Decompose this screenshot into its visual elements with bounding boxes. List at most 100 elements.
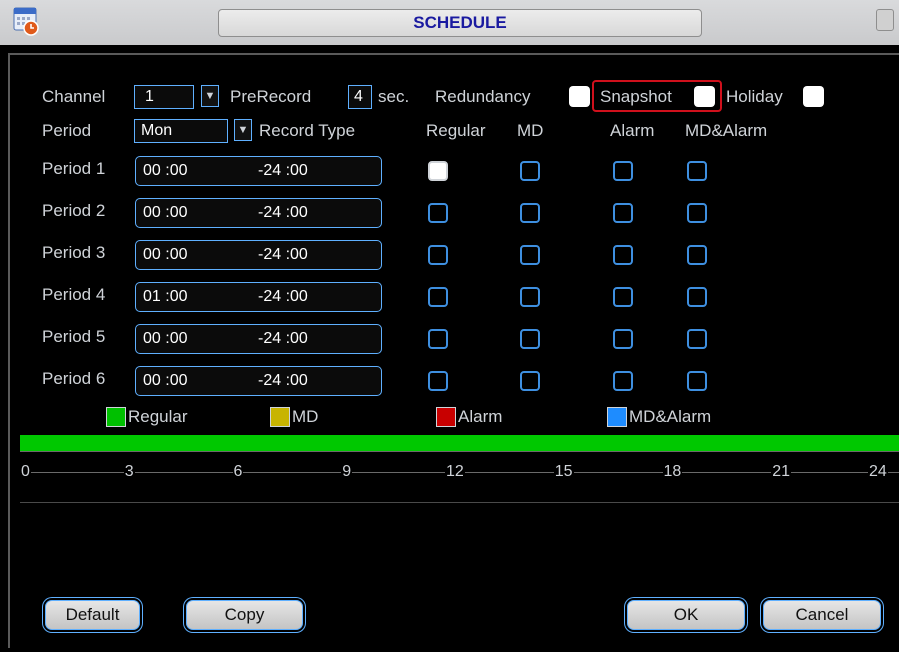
legend-label-alarm: Alarm: [458, 407, 503, 426]
day-value: Mon: [141, 122, 173, 139]
period-regular-checkbox[interactable]: [428, 245, 448, 265]
period-alarm-checkbox[interactable]: [613, 329, 633, 349]
redundancy-checkbox[interactable]: [569, 86, 590, 107]
period-row-label: Period 3: [42, 243, 106, 262]
close-button[interactable]: [876, 9, 894, 31]
period-end-time[interactable]: -24 :00: [258, 283, 308, 311]
holiday-checkbox[interactable]: [803, 86, 824, 107]
column-alarm: Alarm: [610, 121, 655, 140]
timeline-tick-label: 24: [868, 462, 888, 482]
period-regular-checkbox[interactable]: [428, 287, 448, 307]
period-regular-checkbox[interactable]: [428, 371, 448, 391]
period-md-checkbox[interactable]: [520, 287, 540, 307]
prerecord-value: 4: [354, 88, 363, 105]
period-end-time[interactable]: -24 :00: [258, 367, 308, 395]
column-md: MD: [517, 121, 544, 140]
period-alarm-checkbox[interactable]: [613, 203, 633, 223]
period-md-alarm-checkbox[interactable]: [687, 203, 707, 223]
timeline-tick-label: 6: [232, 462, 244, 482]
period-md-checkbox[interactable]: [520, 245, 540, 265]
period-time-range-input[interactable]: 00 :00 -24 :00: [135, 366, 382, 396]
period-alarm-checkbox[interactable]: [613, 371, 633, 391]
timeline-tick-label: 21: [771, 462, 792, 482]
period-start-time[interactable]: 00 :00: [143, 367, 187, 395]
schedule-content: Channel 1 ▼ PreRecord 4 sec. Redundancy …: [8, 53, 899, 648]
period-alarm-checkbox[interactable]: [613, 245, 633, 265]
period-md-checkbox[interactable]: [520, 161, 540, 181]
legend-label-md: MD: [292, 407, 319, 426]
period-time-range-input[interactable]: 00 :00 -24 :00: [135, 198, 382, 228]
timeline-tick-label: 15: [553, 462, 574, 482]
snapshot-checkbox[interactable]: [694, 86, 715, 107]
period-md-alarm-checkbox[interactable]: [687, 287, 707, 307]
timeline-tick-label: 3: [123, 462, 135, 482]
copy-button[interactable]: Copy: [186, 600, 303, 630]
period-md-checkbox[interactable]: [520, 329, 540, 349]
timeline-bottom-line: [20, 502, 899, 503]
prerecord-label: PreRecord: [230, 87, 312, 106]
period-md-alarm-checkbox[interactable]: [687, 161, 707, 181]
period-md-alarm-checkbox[interactable]: [687, 371, 707, 391]
timeline-tick-label: 18: [662, 462, 683, 482]
default-button[interactable]: Default: [45, 600, 140, 630]
period-row-label: Period 6: [42, 369, 106, 388]
period-row-label: Period 5: [42, 327, 106, 346]
channel-label: Channel: [42, 87, 106, 106]
period-regular-checkbox[interactable]: [428, 329, 448, 349]
day-select[interactable]: Mon: [134, 119, 228, 143]
column-md-alarm: MD&Alarm: [685, 121, 768, 140]
schedule-timeline-bar: [20, 435, 899, 451]
period-time-range-input[interactable]: 00 :00 -24 :00: [135, 156, 382, 186]
record-type-label: Record Type: [259, 121, 356, 140]
period-time-range-input[interactable]: 00 :00 -24 :00: [135, 324, 382, 354]
cancel-button[interactable]: Cancel: [763, 600, 881, 630]
period-row-label: Period 4: [42, 285, 106, 304]
period-regular-checkbox[interactable]: [428, 203, 448, 223]
period-alarm-checkbox[interactable]: [613, 287, 633, 307]
channel-dropdown-arrow-icon[interactable]: ▼: [201, 85, 219, 107]
period-regular-checkbox[interactable]: [428, 161, 448, 181]
period-md-checkbox[interactable]: [520, 203, 540, 223]
legend-swatch-md: [270, 407, 290, 427]
timeline-tick-label: 12: [445, 462, 465, 482]
timeline-tick-label: 0: [20, 462, 31, 482]
legend-label-regular: Regular: [128, 407, 188, 426]
period-end-time[interactable]: -24 :00: [258, 199, 308, 227]
legend-swatch-regular: [106, 407, 126, 427]
period-md-checkbox[interactable]: [520, 371, 540, 391]
period-time-range-input[interactable]: 01 :00 -24 :00: [135, 282, 382, 312]
legend-swatch-md-alarm: [607, 407, 627, 427]
period-end-time[interactable]: -24 :00: [258, 157, 308, 185]
window-title: SCHEDULE: [218, 9, 702, 37]
period-label: Period: [42, 121, 92, 140]
period-start-time[interactable]: 00 :00: [143, 157, 187, 185]
period-start-time[interactable]: 00 :00: [143, 241, 187, 269]
calendar-clock-icon: [12, 4, 40, 36]
legend-swatch-alarm: [436, 407, 456, 427]
period-time-range-input[interactable]: 00 :00 -24 :00: [135, 240, 382, 270]
period-start-time[interactable]: 00 :00: [143, 199, 187, 227]
timeline-scale: 0 3 6 9 12 15 18 21 24: [20, 451, 899, 504]
channel-value: 1: [145, 88, 154, 105]
period-md-alarm-checkbox[interactable]: [687, 329, 707, 349]
period-row-label: Period 2: [42, 201, 106, 220]
legend-label-md-alarm: MD&Alarm: [629, 407, 712, 426]
snapshot-label: Snapshot: [600, 87, 672, 106]
day-dropdown-arrow-icon[interactable]: ▼: [234, 119, 252, 141]
schedule-window: SCHEDULE Channel 1 ▼ PreRecord 4 sec. Re…: [0, 0, 899, 652]
timeline-tick-label: 9: [341, 462, 353, 482]
period-start-time[interactable]: 01 :00: [143, 283, 187, 311]
period-end-time[interactable]: -24 :00: [258, 325, 308, 353]
prerecord-unit: sec.: [378, 87, 410, 106]
period-md-alarm-checkbox[interactable]: [687, 245, 707, 265]
redundancy-label: Redundancy: [435, 87, 531, 106]
holiday-label: Holiday: [726, 87, 783, 106]
channel-select[interactable]: 1: [134, 85, 194, 109]
period-start-time[interactable]: 00 :00: [143, 325, 187, 353]
period-end-time[interactable]: -24 :00: [258, 241, 308, 269]
ok-button[interactable]: OK: [627, 600, 745, 630]
title-bar: SCHEDULE: [0, 0, 899, 45]
prerecord-input[interactable]: 4: [348, 85, 372, 109]
period-alarm-checkbox[interactable]: [613, 161, 633, 181]
period-row-label: Period 1: [42, 159, 106, 178]
